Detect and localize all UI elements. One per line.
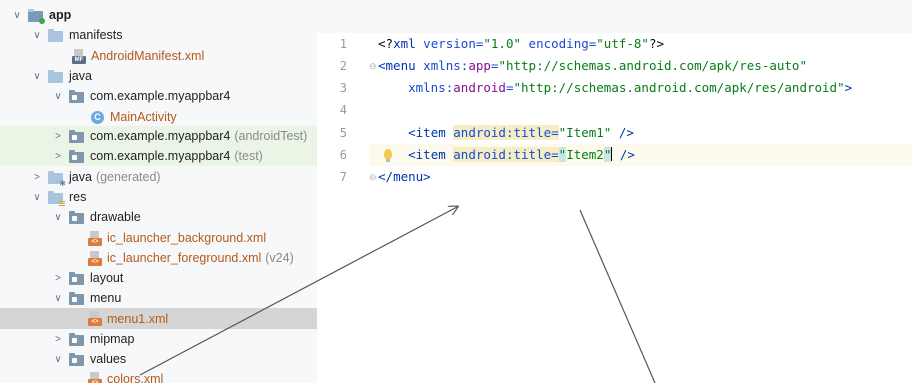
line-number: 6 [339, 148, 347, 162]
tree-item-java-generated[interactable]: > java (generated) [0, 167, 317, 188]
tree-item-label: app [49, 8, 72, 22]
line-number: 4 [339, 103, 347, 117]
chevron-right-icon[interactable]: > [51, 129, 65, 143]
folder-icon [69, 291, 84, 305]
code-editor[interactable]: 1 2 3 4 5 6 7 ⊖ ⊖ <?xml version="1.0" en… [317, 0, 912, 383]
chevron-down-icon[interactable]: ∨ [30, 190, 44, 204]
code-line-3: xmlns:android="http://schemas.android.co… [378, 80, 853, 95]
tree-item-package-test[interactable]: > com.example.myappbar4 (test) [0, 146, 317, 166]
code-line-5: <item android:title="Item1" /> [378, 125, 634, 140]
tree-item-androidmanifest[interactable]: MF AndroidManifest.xml [0, 46, 317, 66]
resources-folder-icon [48, 190, 65, 206]
xml-file-icon: <> [88, 250, 102, 266]
chevron-right-icon[interactable]: > [51, 149, 65, 163]
chevron-down-icon[interactable]: ∨ [10, 8, 24, 22]
tree-item-qualifier: (generated) [95, 170, 161, 184]
tree-item-label: ic_launcher_background.xml [107, 231, 267, 245]
chevron-down-icon[interactable]: ∨ [30, 28, 44, 42]
tree-item-ic-launcher-foreground[interactable]: <> ic_launcher_foreground.xml (v24) [0, 248, 317, 268]
tree-item-res[interactable]: ∨ res [0, 187, 317, 207]
tree-item-menu[interactable]: ∨ menu [0, 288, 317, 308]
chevron-down-icon[interactable]: ∨ [30, 69, 44, 83]
line-number: 5 [339, 126, 347, 140]
tree-item-package-androidtest[interactable]: > com.example.myappbar4 (androidTest) [0, 126, 317, 146]
tree-item-label: AndroidManifest.xml [91, 49, 205, 63]
tree-item-label: drawable [90, 210, 141, 224]
code-line-7: </menu> [378, 169, 431, 184]
line-number: 3 [339, 81, 347, 95]
tree-item-app[interactable]: ∨ app [0, 5, 317, 25]
project-tree: ∨ app ∨ manifests MF AndroidManifest.xml… [0, 0, 317, 383]
folder-icon [48, 69, 63, 83]
class-icon: C [91, 110, 104, 124]
manifest-file-icon: MF [72, 48, 86, 64]
tree-item-label: manifests [69, 28, 123, 42]
folder-icon [69, 352, 84, 366]
code-line-6: <item android:title="Item2" /> [378, 147, 635, 162]
tree-item-label: com.example.myappbar4 [90, 89, 231, 103]
tree-item-qualifier: (androidTest) [234, 129, 308, 143]
editor-tab-bar [317, 0, 912, 33]
line-number: 1 [339, 37, 347, 51]
code-line-1: <?xml version="1.0" encoding="utf-8"?> [378, 36, 665, 51]
folder-icon [69, 210, 84, 224]
package-icon [69, 89, 84, 103]
tree-item-package[interactable]: ∨ com.example.myappbar4 [0, 86, 317, 106]
fold-end-icon[interactable]: ⊖ [369, 173, 378, 182]
tree-item-label: mipmap [90, 332, 135, 346]
folder-icon [48, 28, 63, 42]
tree-item-java[interactable]: ∨ java [0, 66, 317, 86]
generated-folder-icon [48, 170, 66, 188]
tree-item-label: java [69, 69, 92, 83]
xml-file-icon: <> [88, 230, 102, 246]
line-number: 2 [339, 59, 347, 73]
tree-item-label: com.example.myappbar4 [90, 149, 231, 163]
tree-item-label: com.example.myappbar4 [90, 129, 231, 143]
tree-item-label: MainActivity [110, 110, 177, 124]
tree-item-drawable[interactable]: ∨ drawable [0, 207, 317, 227]
app-module-icon [28, 8, 45, 24]
tree-item-label: layout [90, 271, 124, 285]
tree-item-label: menu1.xml [107, 311, 169, 326]
chevron-right-icon[interactable]: > [51, 271, 65, 285]
tree-item-qualifier: (test) [234, 149, 263, 163]
tree-item-label: colors.xml [107, 372, 164, 383]
tree-item-label: java [69, 170, 92, 184]
line-number: 7 [339, 170, 347, 184]
folder-icon [69, 271, 84, 285]
tree-item-label: menu [90, 291, 122, 305]
xml-file-icon: <> [88, 371, 102, 383]
package-icon [69, 149, 84, 163]
tree-item-menu1-xml[interactable]: <> menu1.xml [0, 308, 317, 329]
fold-start-icon[interactable]: ⊖ [369, 62, 378, 71]
package-icon [69, 129, 84, 143]
chevron-down-icon[interactable]: ∨ [51, 291, 65, 305]
code-line-2: <menu xmlns:app="http://schemas.android.… [378, 58, 807, 73]
tree-item-values[interactable]: ∨ values [0, 349, 317, 369]
chevron-down-icon[interactable]: ∨ [51, 352, 65, 366]
tree-item-mainactivity[interactable]: C MainActivity [0, 107, 317, 127]
tree-item-label: values [90, 352, 127, 366]
xml-file-icon: <> [88, 311, 102, 326]
tree-item-qualifier: (v24) [265, 251, 294, 265]
tree-item-manifests[interactable]: ∨ manifests [0, 25, 317, 45]
tree-item-layout[interactable]: > layout [0, 268, 317, 288]
tree-item-label: ic_launcher_foreground.xml [107, 251, 262, 265]
chevron-down-icon[interactable]: ∨ [51, 210, 65, 224]
tree-item-ic-launcher-background[interactable]: <> ic_launcher_background.xml [0, 228, 317, 248]
chevron-down-icon[interactable]: ∨ [51, 89, 65, 103]
folder-icon [69, 332, 84, 346]
chevron-right-icon[interactable]: > [51, 332, 65, 346]
chevron-right-icon[interactable]: > [30, 170, 44, 184]
tree-item-colors-xml[interactable]: <> colors.xml [0, 369, 317, 383]
tree-item-mipmap[interactable]: > mipmap [0, 329, 317, 349]
tree-item-label: res [69, 190, 87, 204]
